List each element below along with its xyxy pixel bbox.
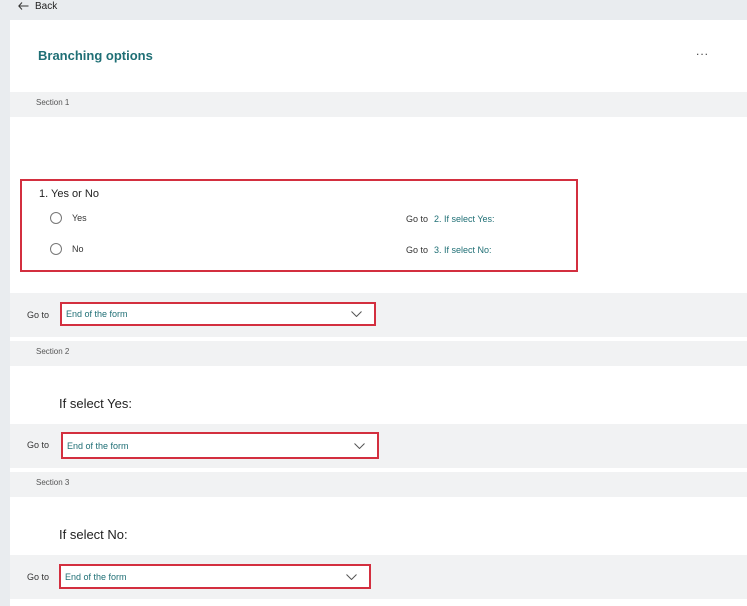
dropdown-value: End of the form (67, 440, 129, 451)
section-3-goto: Go to End of the form (10, 555, 747, 599)
section-2-header: Section 2 (10, 341, 747, 366)
radio-button[interactable] (50, 212, 62, 224)
branch-target-link[interactable]: 3. If select No: (434, 245, 492, 255)
back-label: Back (35, 0, 58, 12)
section-label: Section 2 (36, 347, 70, 356)
goto-dropdown[interactable]: End of the form (61, 432, 379, 459)
goto-label: Go to (27, 440, 50, 450)
question-block: 1. Yes or No Yes Go to 2. If select Yes: … (20, 179, 578, 272)
dropdown-value: End of the form (65, 571, 127, 582)
branch-target-link[interactable]: 2. If select Yes: (434, 214, 495, 224)
goto-label: Go to (406, 245, 429, 255)
section-label: Section 3 (36, 478, 70, 487)
question-title: 1. Yes or No (39, 188, 99, 200)
arrow-left-icon (18, 2, 29, 10)
option-yes[interactable]: Yes (50, 212, 87, 224)
radio-button[interactable] (50, 243, 62, 255)
back-button[interactable]: Back (18, 0, 57, 12)
more-options-icon[interactable]: ... (696, 44, 709, 58)
branching-card: Branching options ... Section 1 1. Yes o… (10, 20, 747, 606)
branch-yes: Go to 2. If select Yes: (406, 214, 495, 224)
goto-dropdown[interactable]: End of the form (60, 302, 376, 326)
section-3-title: If select No: (59, 527, 128, 542)
option-label: Yes (72, 213, 87, 223)
goto-label: Go to (27, 310, 50, 320)
chevron-down-icon (351, 311, 362, 317)
chevron-down-icon (354, 442, 365, 449)
option-label: No (72, 244, 84, 254)
dropdown-value: End of the form (66, 309, 128, 319)
chevron-down-icon (346, 573, 357, 580)
branch-no: Go to 3. If select No: (406, 245, 492, 255)
section-label: Section 1 (36, 98, 70, 107)
goto-label: Go to (406, 214, 429, 224)
goto-dropdown[interactable]: End of the form (59, 564, 371, 589)
page-title: Branching options (38, 48, 153, 63)
section-2-title: If select Yes: (59, 396, 132, 411)
option-no[interactable]: No (50, 243, 84, 255)
section-1-goto: Go to End of the form (10, 293, 747, 337)
section-3-header: Section 3 (10, 472, 747, 497)
section-2-goto: Go to End of the form (10, 424, 747, 468)
goto-label: Go to (27, 572, 50, 582)
section-1-header: Section 1 (10, 92, 747, 117)
